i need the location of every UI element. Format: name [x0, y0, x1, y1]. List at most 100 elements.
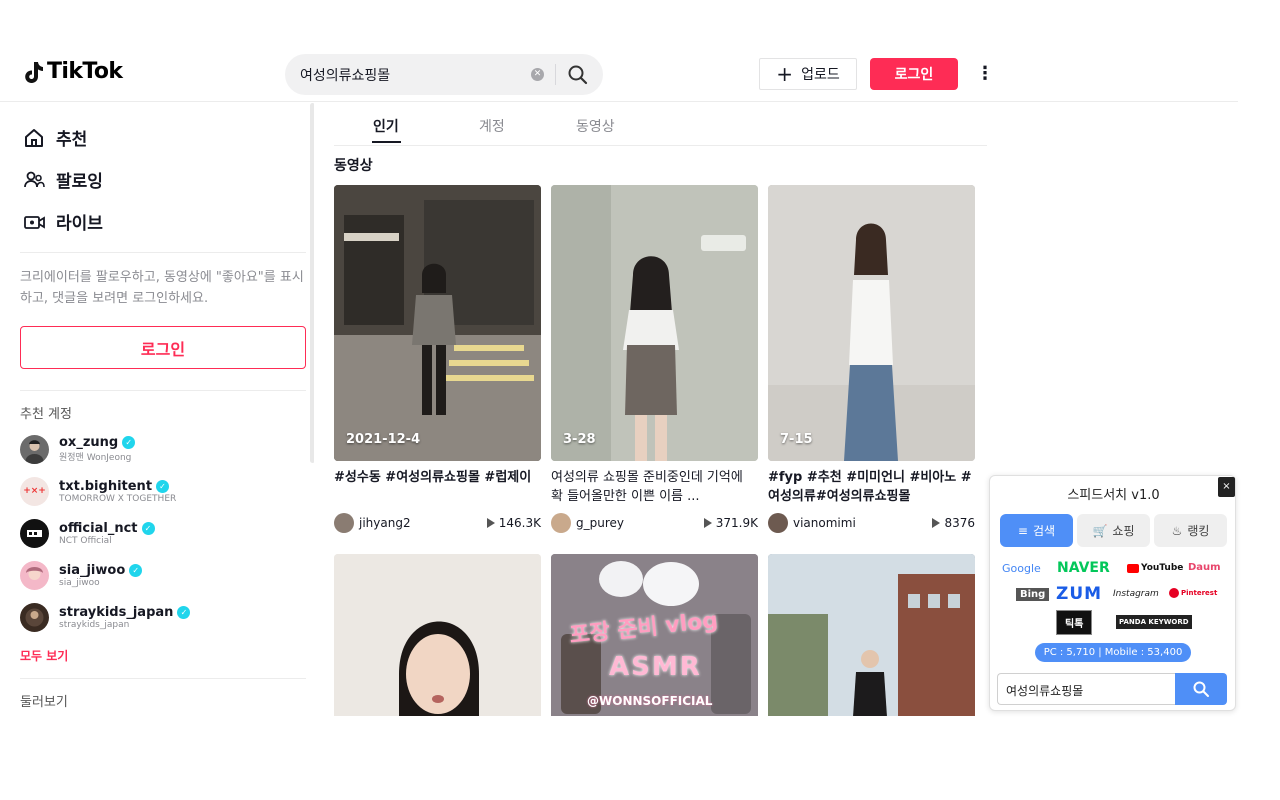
upload-button[interactable]: + 업로드: [759, 58, 857, 90]
video-card[interactable]: 3-28 여성의류 쇼핑몰 준비중인데 기억에 확 들어올만한 이쁜 이름 ..…: [551, 185, 758, 534]
speed-search-tab-label: 검색: [1032, 524, 1056, 538]
naver-link[interactable]: NAVER: [1057, 560, 1110, 576]
bing-link[interactable]: Bing: [1016, 588, 1050, 601]
video-meta: g_purey 371.9K: [551, 512, 758, 534]
search-divider: [555, 64, 556, 85]
speed-search-submit-button[interactable]: [1175, 673, 1227, 705]
speed-search-tab-label: 쇼핑: [1112, 524, 1135, 538]
sidebar: 추천 팔로잉 라이브 크리에이터를 팔로우하고, 동영상에 "좋아요"를 표시하…: [0, 103, 314, 715]
search-icon[interactable]: [566, 63, 590, 87]
speed-search-tab-search[interactable]: ≡ 검색: [1000, 514, 1073, 547]
avatar: [20, 434, 49, 464]
verified-badge-icon: ✓: [122, 436, 136, 449]
avatar: [20, 602, 49, 632]
top-header: TikTok 여성의류쇼핑몰 ✕ + 업로드 로그인 ⋮: [0, 44, 1238, 102]
view-count-value: 371.9K: [715, 516, 758, 530]
see-all-link[interactable]: 모두 보기: [20, 647, 68, 664]
tiktok-note-icon: [25, 61, 43, 83]
account-name: sia_jiwoo: [59, 562, 126, 578]
search-input[interactable]: 여성의류쇼핑몰: [300, 65, 390, 85]
section-title: 동영상: [334, 158, 373, 174]
speed-search-tab-shopping[interactable]: 🛒 쇼핑: [1077, 514, 1150, 547]
verified-badge-icon: ✓: [177, 605, 191, 619]
sidebar-item-following[interactable]: 팔로잉: [22, 167, 103, 192]
view-count-value: 8376: [944, 516, 975, 530]
account-name: straykids_japan: [59, 604, 174, 620]
search-icon: [1193, 681, 1209, 697]
video-thumbnail[interactable]: 3-28: [551, 185, 758, 461]
video-caption[interactable]: 여성의류 쇼핑몰 준비중인데 기억에 확 들어올만한 이쁜 이름 ...: [551, 468, 758, 506]
txt-logo-mark: +×+: [23, 486, 46, 496]
suggested-account[interactable]: official_nct ✓ NCT Official: [20, 516, 300, 550]
youtube-play-icon: [1127, 563, 1139, 573]
search-volume-badge: PC : 5,710 | Mobile : 53,400: [1035, 643, 1191, 662]
video-author[interactable]: g_purey: [576, 516, 699, 530]
video-thumbnail[interactable]: 7-15: [768, 185, 975, 461]
suggested-account[interactable]: ox_zung ✓ 원정맨 WonJeong: [20, 432, 300, 466]
account-subtitle: straykids_japan: [59, 619, 130, 630]
instagram-link[interactable]: Instagram: [1113, 589, 1159, 599]
youtube-link[interactable]: YouTube: [1127, 563, 1183, 573]
speed-search-tab-label: 랭킹: [1187, 524, 1210, 538]
video-card[interactable]: 7-15 #fyp #추천 #미미언니 #비아노 #여성의류#여성의류쇼핑몰 v…: [768, 185, 975, 534]
following-icon: [22, 168, 46, 192]
account-subtitle: TOMORROW X TOGETHER: [59, 493, 177, 504]
video-date: 3-28: [563, 432, 596, 447]
view-count: 146.3K: [486, 516, 541, 530]
thumbnail-overlay-handle: @WONNSOFFICIAL: [587, 694, 713, 708]
sidebar-item-label: 라이브: [56, 214, 103, 234]
tab-accounts[interactable]: 계정: [479, 116, 505, 136]
more-options-icon[interactable]: ⋮: [976, 62, 994, 86]
view-count: 371.9K: [703, 516, 758, 530]
sidebar-item-label: 팔로잉: [56, 172, 103, 192]
sidebar-item-live[interactable]: 라이브: [22, 209, 103, 234]
search-bar[interactable]: 여성의류쇼핑몰 ✕: [285, 54, 603, 95]
speed-search-input[interactable]: 여성의류쇼핑몰: [997, 673, 1175, 705]
suggested-account[interactable]: straykids_japan ✓ straykids_japan: [20, 600, 300, 634]
view-count-value: 146.3K: [498, 516, 541, 530]
video-caption[interactable]: #성수동 #여성의류쇼핑몰 #럽제이: [334, 468, 541, 506]
account-subtitle: NCT Official: [59, 535, 112, 546]
suggested-account[interactable]: +×+ txt.bighitent ✓ TOMORROW X TOGETHER: [20, 474, 300, 508]
avatar[interactable]: [334, 513, 354, 533]
speed-search-tab-ranking[interactable]: ♨ 랭킹: [1154, 514, 1227, 547]
clear-icon[interactable]: ✕: [531, 68, 544, 81]
panda-keyword-link[interactable]: PANDA KEYWORD: [1116, 615, 1192, 629]
video-author[interactable]: jihyang2: [359, 516, 482, 530]
suggested-account[interactable]: sia_jiwoo ✓ sia_jiwoo: [20, 558, 300, 592]
tiktok-logo[interactable]: TikTok: [22, 59, 123, 84]
speed-search-close-button[interactable]: ×: [1218, 477, 1235, 497]
verified-badge-icon: ✓: [129, 563, 143, 577]
header-login-button[interactable]: 로그인: [870, 58, 958, 90]
zum-link[interactable]: ZUM: [1056, 584, 1102, 604]
google-link[interactable]: Google: [1002, 562, 1041, 575]
account-name: official_nct: [59, 520, 138, 536]
pinterest-label: Pinterest: [1181, 589, 1218, 597]
sidebar-scrollbar[interactable]: [310, 103, 314, 463]
video-card[interactable]: 2021-12-4 #성수동 #여성의류쇼핑몰 #럽제이 jihyang2 14…: [334, 185, 541, 534]
sidebar-login-button[interactable]: 로그인: [20, 326, 306, 369]
thumbnail-image: [334, 185, 541, 461]
pinterest-link[interactable]: Pinterest: [1169, 588, 1217, 598]
play-icon: [486, 518, 495, 528]
sidebar-item-recommend[interactable]: 추천: [22, 125, 87, 150]
tab-top[interactable]: 인기: [373, 116, 399, 136]
tab-videos[interactable]: 동영상: [576, 116, 615, 136]
fire-icon: ♨: [1171, 523, 1183, 538]
speed-search-title: 스피드서치 v1.0: [1067, 488, 1160, 503]
avatar: [20, 518, 49, 548]
sidebar-divider: [20, 252, 306, 253]
avatar[interactable]: [551, 513, 571, 533]
video-thumbnail[interactable]: 2021-12-4: [334, 185, 541, 461]
account-name: ox_zung: [59, 435, 119, 450]
verified-badge-icon: ✓: [156, 479, 170, 493]
tiktok-link[interactable]: 틱톡: [1056, 610, 1093, 635]
video-author[interactable]: vianomimi: [793, 516, 927, 530]
thumbnail-image: [551, 185, 758, 461]
avatar[interactable]: [768, 513, 788, 533]
speed-search-panel: 스피드서치 v1.0 ≡ 검색 🛒 쇼핑 ♨ 랭킹 Google NAVER Y…: [989, 475, 1236, 711]
video-date: 2021-12-4: [346, 432, 421, 447]
verified-badge-icon: ✓: [141, 521, 155, 535]
video-caption[interactable]: #fyp #추천 #미미언니 #비아노 #여성의류#여성의류쇼핑몰: [768, 468, 975, 506]
daum-link[interactable]: Daum: [1188, 562, 1221, 573]
